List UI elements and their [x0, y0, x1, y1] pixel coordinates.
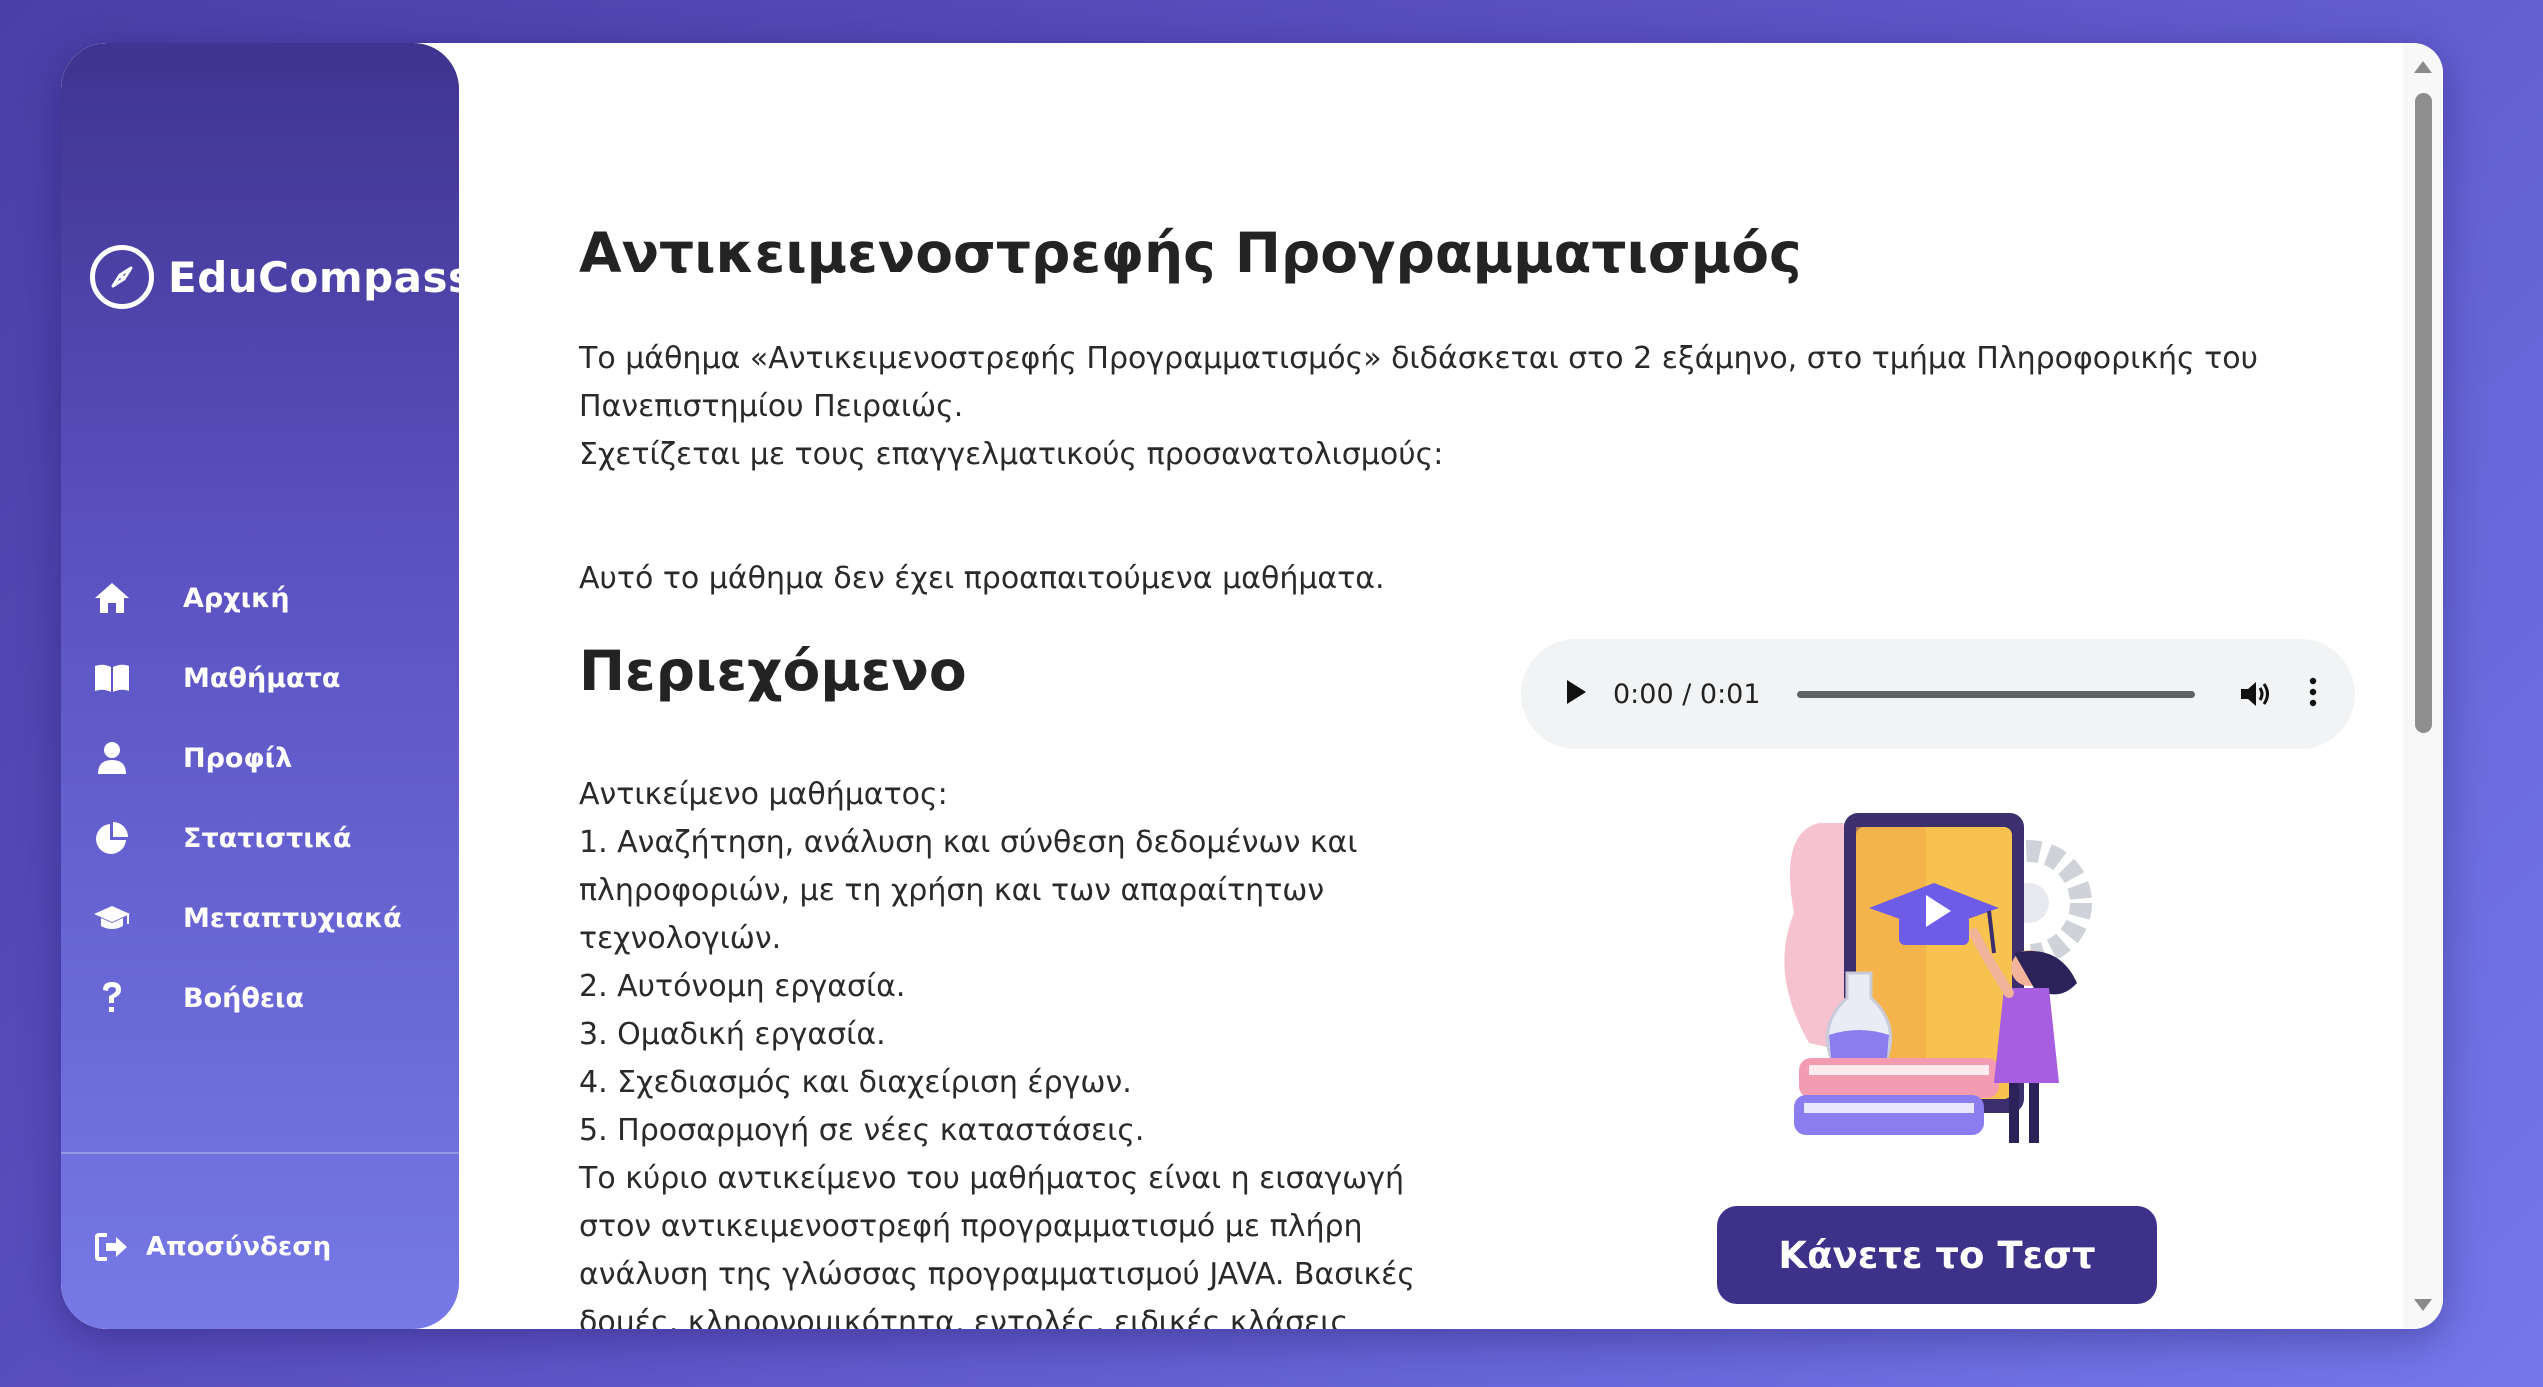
question-icon: [92, 978, 132, 1018]
content-line: δομές, κληρονομικότητα, εντολές, ειδικές…: [579, 1305, 1349, 1329]
compass-icon: [90, 245, 154, 309]
scrollbar-thumb[interactable]: [2415, 93, 2432, 733]
scrollbar[interactable]: [2403, 43, 2443, 1329]
sidebar-item-label: Αρχική: [183, 582, 290, 614]
content-line: 3. Ομαδική εργασία.: [579, 1017, 886, 1052]
app-name: EduCompass: [168, 252, 474, 302]
volume-icon[interactable]: [2239, 679, 2273, 709]
description-line: Πανεπιστημίου Πειραιώς.: [579, 389, 964, 424]
course-description: Το μάθημα «Αντικειμενοστρεφής Προγραμματ…: [579, 335, 2299, 479]
audio-player: 0:00 / 0:01: [1521, 639, 2355, 749]
content-line: στον αντικειμενοστρεφή προγραμματισμό με…: [579, 1209, 1363, 1244]
audio-time: 0:00 / 0:01: [1613, 678, 1761, 710]
content-line: 5. Προσαρμογή σε νέες καταστάσεις.: [579, 1113, 1145, 1148]
sidebar: EduCompass Αρχική Μαθήματα Προφίλ Στατισ…: [61, 43, 473, 1329]
sidebar-item-postgraduate[interactable]: Μεταπτυχιακά: [92, 878, 402, 958]
content-text: Αντικείμενο μαθήματος: 1. Αναζήτηση, ανά…: [579, 771, 1415, 1329]
content-line: 1. Αναζήτηση, ανάλυση και σύνθεση δεδομέ…: [579, 825, 1358, 860]
sidebar-item-help[interactable]: Βοήθεια: [92, 958, 402, 1038]
take-test-button[interactable]: Κάνετε το Τεστ: [1717, 1206, 2157, 1304]
description-line: Σχετίζεται με τους επαγγελματικούς προσα…: [579, 437, 1444, 472]
sidebar-item-courses[interactable]: Μαθήματα: [92, 638, 402, 718]
content-line: τεχνολογιών.: [579, 921, 782, 956]
content-line: 4. Σχεδιασμός και διαχείριση έργων.: [579, 1065, 1132, 1100]
description-line: Το μάθημα «Αντικειμενοστρεφής Προγραμματ…: [579, 341, 2258, 376]
page-title: Αντικειμενοστρεφής Προγραμματισμός: [579, 221, 1802, 285]
home-icon: [92, 578, 132, 618]
sidebar-nav: Αρχική Μαθήματα Προφίλ Στατιστικά Μεταπτ…: [92, 558, 402, 1038]
content-line: Το κύριο αντικείμενο του μαθήματος είναι…: [579, 1161, 1404, 1196]
sidebar-item-home[interactable]: Αρχική: [92, 558, 402, 638]
content-line: ανάλυση της γλώσσας προγραμματισμού JAVA…: [579, 1257, 1415, 1292]
audio-progress-bar[interactable]: [1796, 690, 2195, 698]
user-icon: [92, 738, 132, 778]
logo[interactable]: EduCompass: [90, 245, 474, 309]
logout-button[interactable]: Αποσύνδεση: [92, 1227, 331, 1267]
sign-out-icon: [92, 1227, 132, 1267]
logout-label: Αποσύνδεση: [146, 1232, 332, 1262]
pie-chart-icon: [92, 818, 132, 858]
scroll-down-icon[interactable]: [2414, 1299, 2432, 1311]
sidebar-divider: [61, 1152, 459, 1154]
content-line: πληροφοριών, με τη χρήση και των απαραίτ…: [579, 873, 1325, 908]
graduation-cap-icon: [92, 898, 132, 938]
play-icon[interactable]: [1565, 679, 1587, 709]
content-line: Αντικείμενο μαθήματος:: [579, 777, 948, 812]
e-learning-illustration: [1784, 813, 2092, 1143]
sidebar-item-profile[interactable]: Προφίλ: [92, 718, 402, 798]
sidebar-item-label: Βοήθεια: [183, 982, 304, 1014]
app-window: EduCompass Αρχική Μαθήματα Προφίλ Στατισ…: [61, 43, 2443, 1329]
sidebar-item-label: Προφίλ: [183, 742, 293, 774]
content-line: 2. Αυτόνομη εργασία.: [579, 969, 906, 1004]
more-options-icon[interactable]: [2309, 677, 2317, 711]
sidebar-item-statistics[interactable]: Στατιστικά: [92, 798, 402, 878]
sidebar-item-label: Στατιστικά: [183, 822, 352, 854]
scroll-up-icon[interactable]: [2414, 61, 2432, 73]
sidebar-item-label: Μαθήματα: [183, 662, 341, 694]
prerequisites-text: Αυτό το μάθημα δεν έχει προαπαιτούμενα μ…: [579, 561, 1385, 596]
book-icon: [92, 658, 132, 698]
content-heading: Περιεχόμενο: [579, 639, 967, 703]
course-content: Αντικειμενοστρεφής Προγραμματισμός Το μά…: [579, 43, 2403, 1329]
sidebar-item-label: Μεταπτυχιακά: [183, 902, 402, 934]
